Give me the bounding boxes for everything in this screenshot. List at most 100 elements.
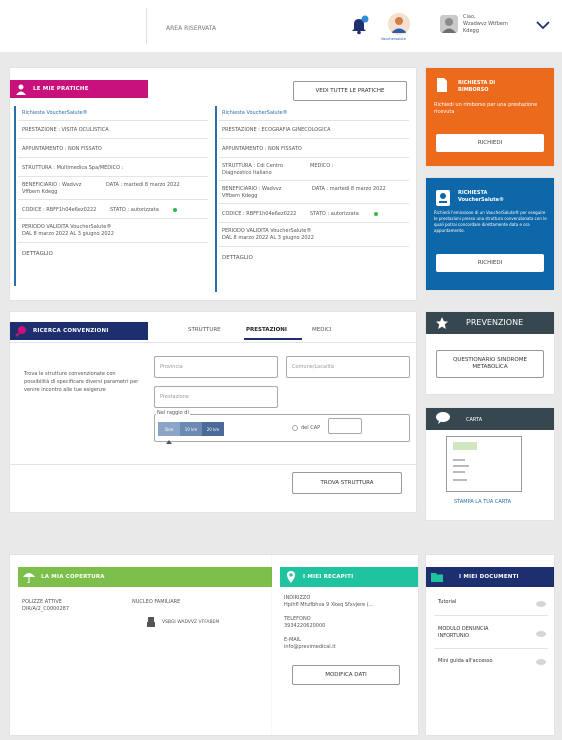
ricerca-card: RICERCA CONVENZIONI STRUTTURE PRESTAZION… (10, 312, 416, 512)
eye-icon[interactable] (536, 601, 546, 607)
pratica-left-data: DATA : martedì 8 marzo 2022 (106, 182, 180, 188)
person-icon (146, 617, 156, 627)
raggio-option-10km[interactable]: 10 km (180, 422, 202, 436)
area-riservata-label: AREA RISERVATA (166, 25, 217, 32)
pratica-right-data: DATA : martedì 8 marzo 2022 (312, 186, 386, 192)
email-label: E-MAIL (284, 637, 301, 643)
rimborso-title2: RIMBORSO (458, 87, 489, 93)
pratica-right-struttura1: STRUTTURA : Cdi Centro (222, 163, 283, 169)
pratica-right-codice: CODICE : RBFF1h04e6ez0222 (222, 211, 297, 217)
document-item[interactable]: Tutorial (438, 599, 518, 605)
top-header: AREA RISERVATA Vouchersalute Ciao, Wzadw… (0, 0, 562, 52)
pratica-right-periodo2: DAL 8 marzo 2022 AL 3 giugno 2022 (222, 235, 314, 241)
eye-icon[interactable] (536, 659, 546, 665)
pratiche-card: LE MIE PRATICHE VEDI TUTTE LE PRATICHE R… (10, 68, 416, 300)
raggio-label: Nel raggio di (156, 410, 190, 416)
pratica-left-stato: STATO : autorizzata (110, 207, 159, 213)
rimborso-card: RICHIESTA DI RIMBORSO Richiedi un rimbor… (426, 68, 554, 166)
indirizzo-label: INDIRIZZO (284, 595, 311, 601)
modifica-dati-button[interactable]: MODIFICA DATI (292, 665, 400, 685)
pratica-right-appuntamento: APPUNTAMENTO : NON FISSATO (222, 146, 302, 152)
recapiti-tag: I MIEI RECAPITI (280, 567, 418, 587)
pratica-left-periodo2: DAL 8 marzo 2022 AL 3 giugno 2022 (22, 231, 114, 237)
raggio-option-5km[interactable]: 5km (158, 422, 180, 436)
folder-icon (431, 571, 443, 583)
user-name-line1: Wzadwvz Wtfbem (463, 21, 508, 27)
copertura-card: LA MIA COPERTURA POLIZZE ATTIVE DIR/A/2_… (10, 555, 280, 735)
location-pin-icon (285, 571, 297, 583)
pratica-right-beneficiario: BENEFICIARIO : Wadvvz (222, 186, 282, 192)
chat-icon (436, 412, 450, 424)
user-photo (440, 15, 458, 33)
polizze-label: POLIZZE ATTIVE (22, 599, 62, 605)
tab-active-underline (244, 338, 302, 340)
pratica-left-title: Richiesta VoucherSalute® (22, 110, 88, 116)
eye-icon[interactable] (536, 631, 546, 637)
telefono-value: 3934220620000 (284, 623, 326, 629)
pratica-left-bar (14, 106, 16, 286)
telefono-label: TELEFONO (284, 616, 311, 622)
person-icon (15, 83, 27, 95)
tab-medici[interactable]: MEDICI (312, 327, 332, 333)
document-item[interactable]: MODULO DENUNCIA INFORTUNIO (438, 626, 508, 640)
user-greeting: Ciao, (463, 14, 476, 20)
notification-bell-icon[interactable] (350, 15, 370, 35)
carta-card: CARTA STAMPA LA TUA CARTA (426, 408, 554, 520)
rimborso-request-button[interactable]: RICHIEDI (436, 134, 544, 152)
avatar[interactable] (388, 13, 410, 35)
pratica-right-medico: MEDICO : (310, 163, 334, 169)
cap-input[interactable] (328, 418, 362, 434)
stampa-carta-link[interactable]: STAMPA LA TUA CARTA (454, 499, 511, 505)
prevenzione-card: PREVENZIONE QUESTIONARIO SINDROME METABO… (426, 312, 554, 394)
polizze-value[interactable]: DIR/A/2_C0000287 (22, 606, 69, 612)
ricerca-tag: RICERCA CONVENZIONI (10, 322, 148, 340)
status-dot (173, 208, 177, 212)
pratica-right-struttura2: Diagnostico Italiano (222, 170, 272, 176)
voucher-card: RICHIESTA VoucherSalute® Richiedi l'emis… (426, 178, 554, 290)
slider-handle-icon[interactable] (166, 440, 172, 444)
indirizzo-value: Hpihfl Mhzfbhva 9 Xkeq Sfxvjere (... (284, 602, 374, 608)
document-item[interactable]: Mini guida all'accesso (438, 658, 493, 664)
pratica-left-struttura: STRUTTURA : Multimedica Spa/MEDICO : (22, 165, 124, 171)
prestazione-input[interactable]: Prestazione (154, 386, 278, 408)
card-preview-image (446, 436, 522, 492)
ricerca-desc: Trova le strutture convenzionate con pos… (24, 371, 139, 393)
comune-input[interactable]: Comune/Località (286, 356, 410, 378)
provincia-input[interactable]: Provincia (154, 356, 278, 378)
cap-radio[interactable] (292, 425, 298, 431)
pratica-left-codice: CODICE : RBFF1h04e6ez0222 (22, 207, 97, 213)
status-dot (374, 212, 378, 216)
pratica-left-dettaglio[interactable]: DETTAGLIO (22, 251, 53, 257)
pratica-right-periodo1: PERIODO VALIDITA VoucherSalute® (222, 228, 312, 234)
raggio-option-20km[interactable]: 20 km (202, 422, 224, 436)
cap-label: del CAP (301, 425, 321, 431)
pratica-left-periodo1: PERIODO VALIDITA VoucherSalute® (22, 224, 112, 230)
documenti-tag-label: I MIEI DOCUMENTI (459, 574, 519, 580)
pratica-right-prestazione: PRESTAZIONE : ECOGRAFIA GINECOLOGICA (222, 127, 331, 133)
questionario-button[interactable]: QUESTIONARIO SINDROME METABOLICA (436, 350, 544, 378)
pratica-right-dettaglio[interactable]: DETTAGLIO (222, 255, 253, 261)
pratica-right-bar (215, 106, 217, 292)
pratica-right-title: Richiesta VoucherSalute® (222, 110, 288, 116)
voucher-request-button[interactable]: RICHIEDI (436, 254, 544, 272)
nucleo-member: VSBGI WADVVZ VFFABEM (162, 620, 220, 625)
carta-title: CARTA (466, 417, 483, 423)
search-icon (15, 325, 27, 337)
documenti-card: I MIEI DOCUMENTI Tutorial MODULO DENUNCI… (426, 555, 554, 735)
star-icon (436, 317, 448, 329)
document-icon (436, 78, 448, 92)
voucher-title1: RICHIESTA (458, 190, 488, 196)
view-all-pratiche-button[interactable]: VEDI TUTTE LE PRATICHE (293, 81, 407, 101)
umbrella-icon (23, 571, 35, 584)
trova-struttura-button[interactable]: TROVA STRUTTURA (292, 472, 402, 494)
voucher-icon (436, 190, 450, 206)
pratica-right-stato: STATO : autorizzata (310, 211, 359, 217)
tab-strutture[interactable]: STRUTTURE (188, 327, 221, 333)
user-name-line2: Kdegg (463, 28, 479, 34)
ricerca-tag-label: RICERCA CONVENZIONI (33, 328, 109, 334)
chevron-down-icon[interactable] (536, 20, 550, 30)
avatar-caption: Vouchersalute (381, 37, 406, 41)
tab-prestazioni[interactable]: PRESTAZIONI (246, 327, 287, 333)
copertura-tag: LA MIA COPERTURA (18, 567, 280, 587)
voucher-title2: VoucherSalute® (458, 197, 505, 203)
